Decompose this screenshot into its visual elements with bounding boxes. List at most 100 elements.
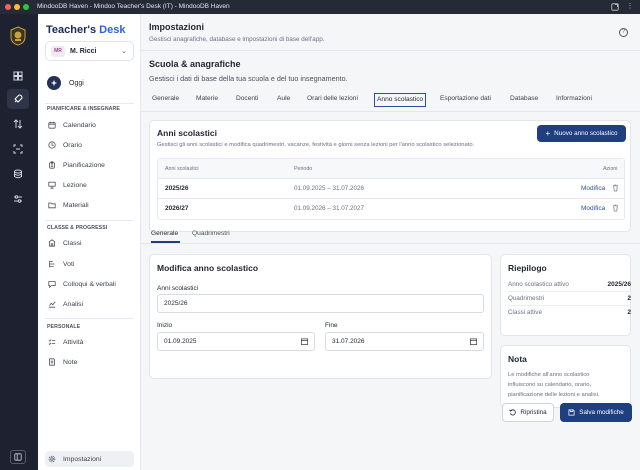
- sidebar-item-materials[interactable]: Materiali: [45, 197, 134, 213]
- start-label: Inizio: [157, 322, 173, 329]
- trash-icon[interactable]: [612, 184, 619, 192]
- main-content: Impostazioni Gestisci anagrafiche, datab…: [141, 14, 640, 470]
- close-window-button[interactable]: [5, 4, 11, 10]
- new-school-year-button[interactable]: + Nuovo anno scolastico: [537, 125, 626, 142]
- tab-info[interactable]: Informazioni: [556, 93, 592, 107]
- card-title: Anni scolastici: [157, 128, 217, 138]
- tab-general[interactable]: Generale: [152, 93, 179, 107]
- sidebar: Teacher's Desk MR M. Ricci ⌄ Oggi PIANIF…: [38, 14, 141, 470]
- subtab-general[interactable]: Generale: [151, 230, 178, 237]
- user-name: M. Ricci: [70, 47, 97, 55]
- folder-icon: [48, 202, 56, 209]
- sidebar-item-meetings[interactable]: Colloqui & verbali: [45, 276, 134, 292]
- rail-dashboard-icon[interactable]: [7, 66, 29, 86]
- tab-data-export[interactable]: Esportazione dati: [440, 93, 491, 107]
- more-icon[interactable]: ⋮: [626, 3, 634, 11]
- minimize-window-button[interactable]: [14, 4, 20, 10]
- school-year-name-input[interactable]: 2025/26: [157, 294, 484, 313]
- sidebar-item-lesson[interactable]: Lezione: [45, 177, 134, 193]
- subtab-quarters[interactable]: Quadrimestri: [192, 230, 230, 237]
- chat-icon: [48, 281, 56, 288]
- chart-icon: [48, 301, 56, 308]
- grades-icon: [49, 260, 55, 268]
- export-icon[interactable]: [611, 3, 619, 11]
- maximize-window-button[interactable]: [23, 4, 29, 10]
- rail-sync-icon[interactable]: [7, 114, 29, 134]
- sidebar-item-analytics[interactable]: Analisi: [45, 296, 134, 312]
- calendar-icon[interactable]: [301, 338, 308, 345]
- gear-icon: [48, 455, 56, 463]
- trash-icon[interactable]: [612, 204, 619, 212]
- divider: [508, 305, 631, 306]
- end-date-input[interactable]: 31.07.2026: [325, 332, 484, 351]
- rail-database-icon[interactable]: [7, 164, 29, 184]
- note-card: Nota Le modifiche all'anno scolastico in…: [500, 345, 631, 408]
- table-row[interactable]: 2025/26 01.09.2025 – 31.07.2026 Modifica: [158, 179, 624, 199]
- brand-title: Teacher's Desk: [46, 24, 126, 36]
- sidebar-item-today[interactable]: Oggi: [45, 74, 134, 92]
- sparkle-icon: [47, 76, 61, 90]
- end-label: Fine: [325, 322, 338, 329]
- edit-link[interactable]: Modifica: [581, 185, 605, 192]
- settings-tabs: Generale Materie Docenti Aule Orari dell…: [141, 93, 640, 109]
- tab-database[interactable]: Database: [510, 93, 538, 107]
- divider: [141, 50, 640, 51]
- window-title: MindooDB Haven - Mindoo Teacher's Desk (…: [37, 3, 230, 10]
- tab-rooms[interactable]: Aule: [277, 93, 290, 107]
- card-title: Nota: [508, 354, 527, 364]
- sidebar-item-grades[interactable]: Voti: [45, 256, 134, 272]
- summary-row: Classi attive 2: [508, 309, 631, 316]
- avatar: MR: [51, 45, 65, 57]
- school-years-table: Anni scolastici Periodo Azioni 2025/26 0…: [157, 158, 625, 220]
- reset-button[interactable]: Ripristina: [502, 403, 554, 422]
- toggle-sidebar-icon[interactable]: [10, 450, 26, 464]
- card-title: Modifica anno scolastico: [157, 263, 259, 273]
- table-header: Anni scolastici Periodo Azioni: [158, 159, 624, 179]
- tab-subjects[interactable]: Materie: [196, 93, 218, 107]
- school-years-card: Anni scolastici Gestisci gli anni scolas…: [149, 120, 631, 232]
- divider: [45, 220, 134, 221]
- note-line: Le modifiche all'anno scolastico: [508, 372, 590, 378]
- rail-scan-icon[interactable]: [7, 139, 29, 159]
- help-icon[interactable]: ?: [619, 28, 628, 37]
- sidebar-item-notes[interactable]: Note: [45, 354, 134, 370]
- tab-school-year[interactable]: Anno scolastico: [374, 93, 427, 107]
- window-titlebar: MindooDB Haven - Mindoo Teacher's Desk (…: [0, 0, 640, 14]
- plus-icon: +: [545, 129, 551, 138]
- tab-teachers[interactable]: Docenti: [236, 93, 258, 107]
- sidebar-item-planning[interactable]: Pianificazione: [45, 157, 134, 173]
- calendar-icon[interactable]: [470, 338, 477, 345]
- page-title: Impostazioni: [149, 22, 205, 32]
- sidebar-item-calendar[interactable]: Calendario: [45, 117, 134, 133]
- divider: [141, 243, 640, 244]
- sidebar-item-activities[interactable]: Attività: [45, 334, 134, 350]
- table-row[interactable]: 2026/27 01.09.2026 – 31.07.2027 Modifica: [158, 199, 624, 219]
- building-icon: [48, 239, 56, 247]
- start-date-input[interactable]: 01.09.2025: [157, 332, 315, 351]
- divider: [45, 103, 134, 104]
- section-title: CLASSE & PROGRESSI: [47, 225, 108, 231]
- note-line: influiscono su calendario, orario,: [508, 382, 592, 388]
- divider: [45, 318, 134, 319]
- summary-card: Riepilogo Anno scolastico attivo 2025/26…: [500, 254, 631, 336]
- note-line: pianificazione delle lezioni e analisi.: [508, 392, 600, 398]
- card-title: Riepilogo: [508, 263, 547, 273]
- rail-rocket-icon[interactable]: [7, 89, 29, 109]
- undo-icon: [509, 409, 517, 416]
- icon-rail: [0, 14, 38, 470]
- save-icon: [568, 409, 575, 416]
- presentation-icon: [48, 181, 56, 189]
- sidebar-item-settings[interactable]: Impostazioni: [45, 451, 134, 467]
- tab-lesson-times[interactable]: Orari delle lezioni: [307, 93, 358, 107]
- divider: [141, 111, 640, 112]
- rail-filters-icon[interactable]: [7, 189, 29, 209]
- divider: [508, 291, 631, 292]
- user-switcher[interactable]: MR M. Ricci ⌄: [45, 41, 134, 61]
- sidebar-item-classes[interactable]: Classi: [45, 235, 134, 251]
- save-changes-button[interactable]: Salva modifiche: [560, 403, 632, 422]
- section-title: PERSONALE: [47, 324, 81, 330]
- section-title: Scuola & anagrafiche: [149, 59, 241, 69]
- sidebar-item-timetable[interactable]: Orario: [45, 137, 134, 153]
- edit-link[interactable]: Modifica: [581, 205, 605, 212]
- section-subtitle: Gestisci i dati di base della tua scuola…: [149, 74, 348, 83]
